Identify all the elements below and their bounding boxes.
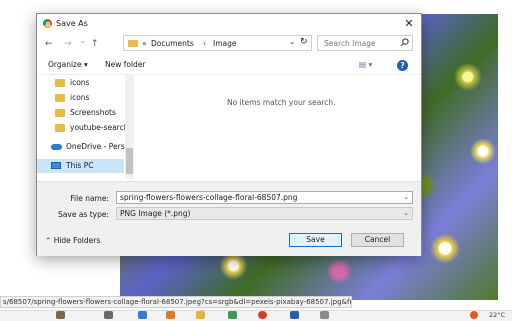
nav-item-label: Screenshots (70, 108, 116, 117)
breadcrumb-chevron-icon: › (203, 39, 206, 48)
breadcrumb-separator: « (142, 39, 147, 48)
taskbar-app-icon[interactable] (290, 311, 299, 319)
breadcrumb-image[interactable]: Image (213, 39, 237, 48)
title-bar: Save As ✕ (37, 14, 421, 34)
taskbar (0, 310, 512, 321)
folder-icon (55, 124, 65, 132)
nav-item-label: youtube-search- (70, 123, 132, 132)
file-name-field[interactable]: spring-flowers-flowers-collage-floral-68… (116, 191, 413, 204)
taskbar-app-icon[interactable] (196, 311, 205, 319)
chevron-down-icon[interactable]: ⌄ (403, 208, 409, 219)
back-arrow-icon[interactable]: ← (45, 39, 53, 49)
save-as-dialog: Save As ✕ ← → ⌄ ↑ « Documents › Image ⌄ … (36, 13, 422, 256)
taskbar-app-icon[interactable] (228, 311, 237, 319)
chrome-icon (43, 19, 52, 28)
refresh-icon[interactable]: ↻ (300, 37, 308, 47)
folder-icon (55, 79, 65, 87)
chevron-down-icon[interactable]: ⌄ (403, 192, 409, 203)
toolbar: Organize ▾ New folder ▤ ▾ (37, 56, 421, 75)
dialog-title: Save As (56, 19, 88, 28)
folder-icon (55, 94, 65, 102)
taskbar-app-icon[interactable] (138, 311, 147, 319)
organize-menu[interactable]: Organize ▾ (48, 60, 88, 69)
chrome-taskbar-icon[interactable] (258, 311, 267, 319)
folder-icon (55, 109, 65, 117)
folder-icon (128, 40, 138, 47)
nav-item-label: icons (70, 93, 90, 102)
taskbar-app-icon[interactable] (166, 311, 175, 319)
taskbar-app-icon[interactable] (320, 311, 329, 319)
chevron-up-icon: ⌃ (45, 236, 52, 245)
file-name-label: File name: (70, 194, 109, 203)
file-name-value: spring-flowers-flowers-collage-floral-68… (120, 193, 298, 202)
taskbar-app-icon[interactable] (56, 311, 65, 319)
nav-item-label: OneDrive - Persor (66, 142, 133, 151)
breadcrumb-documents[interactable]: Documents (151, 39, 194, 48)
tray-temperature[interactable]: 22°C (489, 311, 505, 319)
up-arrow-icon[interactable]: ↑ (91, 39, 99, 49)
hide-folders-button[interactable]: ⌃ Hide Folders (45, 236, 100, 245)
weather-icon[interactable] (470, 311, 478, 319)
new-folder-button[interactable]: New folder (105, 60, 146, 69)
pc-icon (51, 162, 61, 169)
cancel-button[interactable]: Cancel (351, 233, 404, 247)
recent-dropdown-icon[interactable]: ⌄ (79, 36, 87, 46)
address-dropdown-icon[interactable]: ⌄ (289, 37, 295, 46)
nav-item-label: icons (70, 78, 90, 87)
close-icon[interactable]: ✕ (401, 16, 417, 32)
empty-list-message: No items match your search. (227, 98, 336, 107)
view-options-icon[interactable]: ▤ ▾ (359, 60, 372, 69)
nav-item-label: This PC (66, 161, 94, 170)
search-input[interactable]: Search Image (317, 35, 413, 51)
hide-folders-label: Hide Folders (53, 236, 101, 245)
taskbar-app-icon[interactable] (104, 311, 113, 319)
save-button[interactable]: Save (289, 233, 342, 247)
forward-arrow-icon[interactable]: → (64, 39, 72, 49)
address-bar[interactable]: « Documents › Image ⌄ ↻ (123, 35, 312, 51)
status-url: s/68507/spring-flowers-flowers-collage-f… (0, 296, 352, 308)
save-as-type-value: PNG Image (*.png) (120, 209, 191, 218)
help-icon[interactable]: ? (397, 60, 408, 71)
cloud-icon (51, 144, 62, 150)
nav-scrollbar-thumb[interactable] (126, 148, 133, 174)
save-as-type-select[interactable]: PNG Image (*.png) ⌄ (116, 207, 413, 220)
search-icon (400, 38, 409, 50)
search-placeholder: Search Image (324, 39, 376, 48)
save-as-type-label: Save as type: (58, 210, 109, 219)
